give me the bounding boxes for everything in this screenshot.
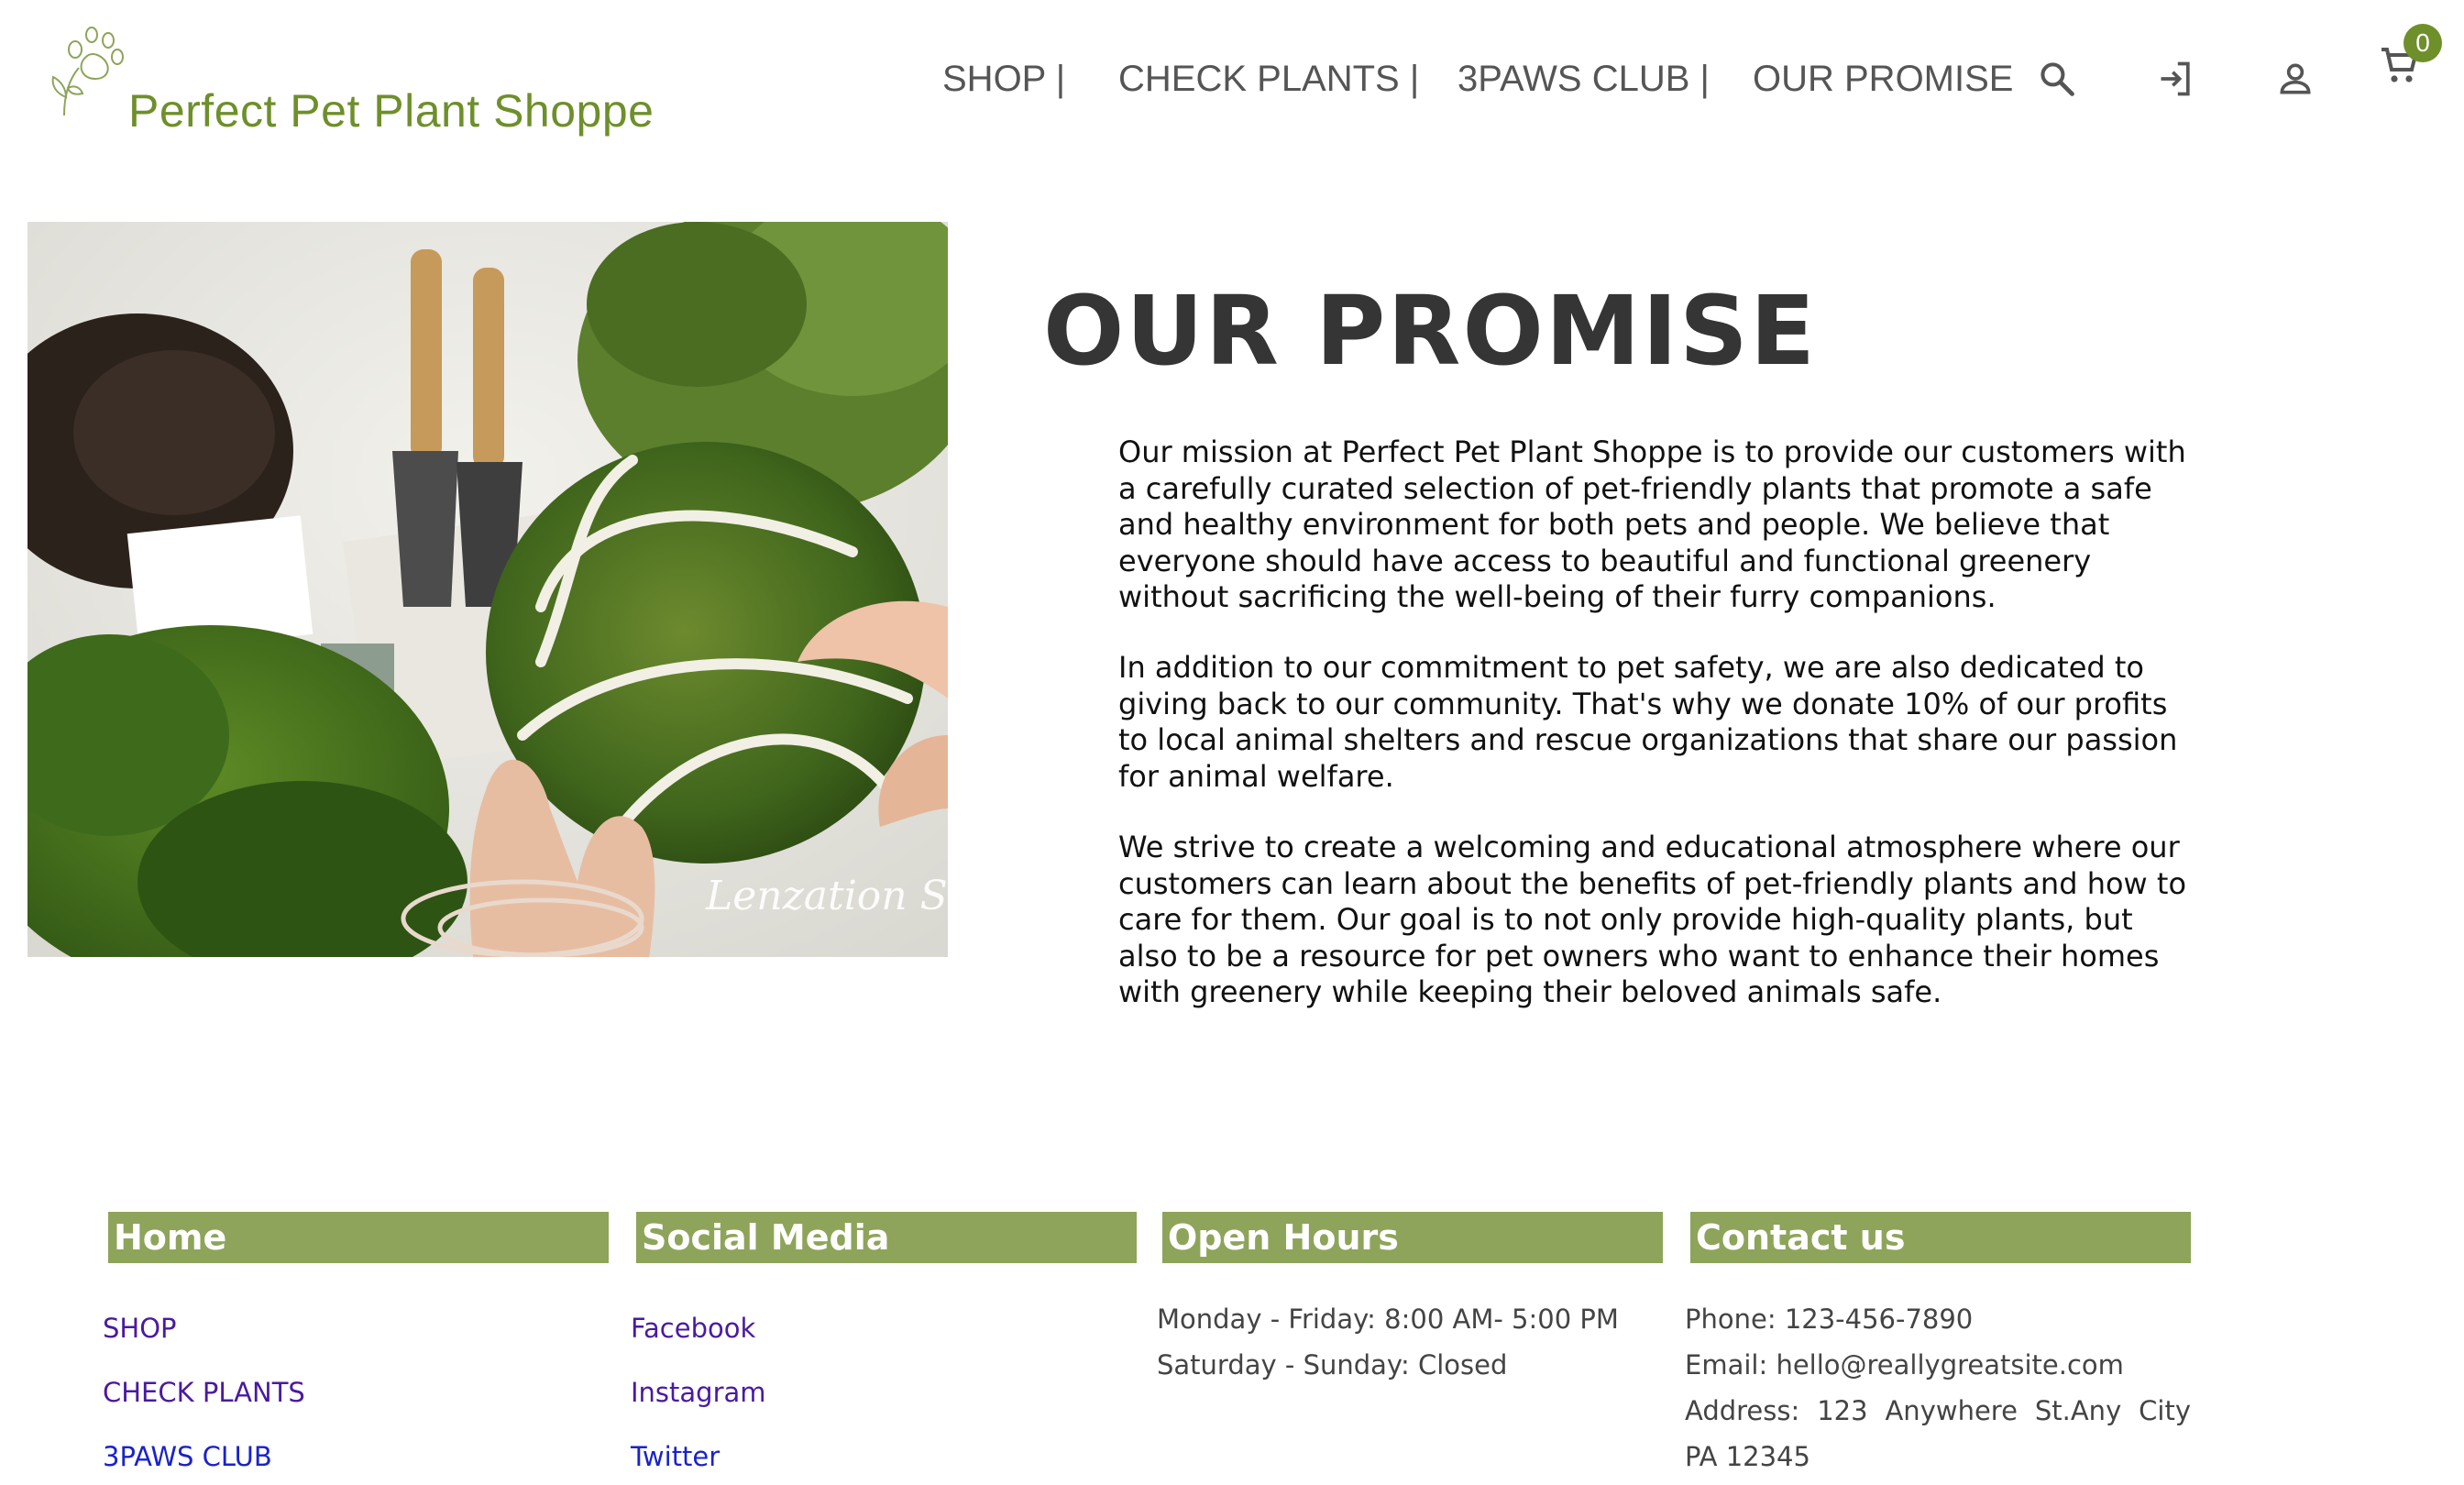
footer-link-shop[interactable]: SHOP <box>103 1296 609 1360</box>
footer-contact-column: Contact us Phone: 123-456-7890 Email: he… <box>1685 1212 2191 1480</box>
watermark-text: Lenzation Studio <box>705 873 948 919</box>
account-icon[interactable] <box>2275 59 2316 99</box>
footer-social-heading: Social Media <box>636 1212 1137 1263</box>
contact-email: Email: hello@reallygreatsite.com <box>1685 1349 2124 1380</box>
footer-home-heading: Home <box>108 1212 609 1263</box>
footer-hours-column: Open Hours Monday - Friday: 8:00 AM- 5:0… <box>1157 1212 1663 1388</box>
footer-link-twitter[interactable]: Twitter <box>631 1424 1137 1485</box>
footer-hours-heading: Open Hours <box>1162 1212 1663 1263</box>
page-title: OUR PROMISE <box>1043 275 1817 387</box>
cart-count-badge: 0 <box>2404 24 2442 62</box>
hours-weekend: Saturday - Sunday: Closed <box>1157 1349 1508 1380</box>
paw-plant-logo <box>51 27 124 116</box>
logo-icon[interactable] <box>44 20 132 117</box>
footer-link-3paws-club[interactable]: 3PAWS CLUB <box>103 1424 609 1485</box>
nav-3paws-club[interactable]: 3PAWS CLUB | <box>1458 59 1710 100</box>
login-icon[interactable] <box>2156 59 2196 99</box>
nav-check-plants[interactable]: CHECK PLANTS | <box>1118 59 1419 100</box>
promise-paragraph-1: Our mission at Perfect Pet Plant Shoppe … <box>1118 434 2186 614</box>
hours-weekday: Monday - Friday: 8:00 AM- 5:00 PM <box>1157 1304 1619 1335</box>
footer-link-facebook[interactable]: Facebook <box>631 1296 1137 1360</box>
nav-our-promise[interactable]: OUR PROMISE <box>1753 59 2013 100</box>
footer-link-instagram[interactable]: Instagram <box>631 1360 1137 1424</box>
contact-address: Address: 123 Anywhere St.Any City PA 123… <box>1685 1395 2191 1472</box>
search-icon[interactable] <box>2037 59 2077 99</box>
nav-shop[interactable]: SHOP | <box>942 59 1065 100</box>
promise-paragraph-2: In addition to our commitment to pet saf… <box>1118 650 2178 794</box>
footer-link-check-plants[interactable]: CHECK PLANTS <box>103 1360 609 1424</box>
contact-phone: Phone: 123-456-7890 <box>1685 1304 1974 1335</box>
hero-image: Lenzation Studio <box>28 222 948 957</box>
footer-home-column: Home SHOP CHECK PLANTS 3PAWS CLUB <box>103 1212 609 1485</box>
promise-paragraph-3: We strive to create a welcoming and educ… <box>1118 830 2187 1009</box>
footer-contact-heading: Contact us <box>1690 1212 2191 1263</box>
brand-name[interactable]: Perfect Pet Plant Shoppe <box>128 84 654 138</box>
footer-social-column: Social Media Facebook Instagram Twitter <box>631 1212 1137 1485</box>
